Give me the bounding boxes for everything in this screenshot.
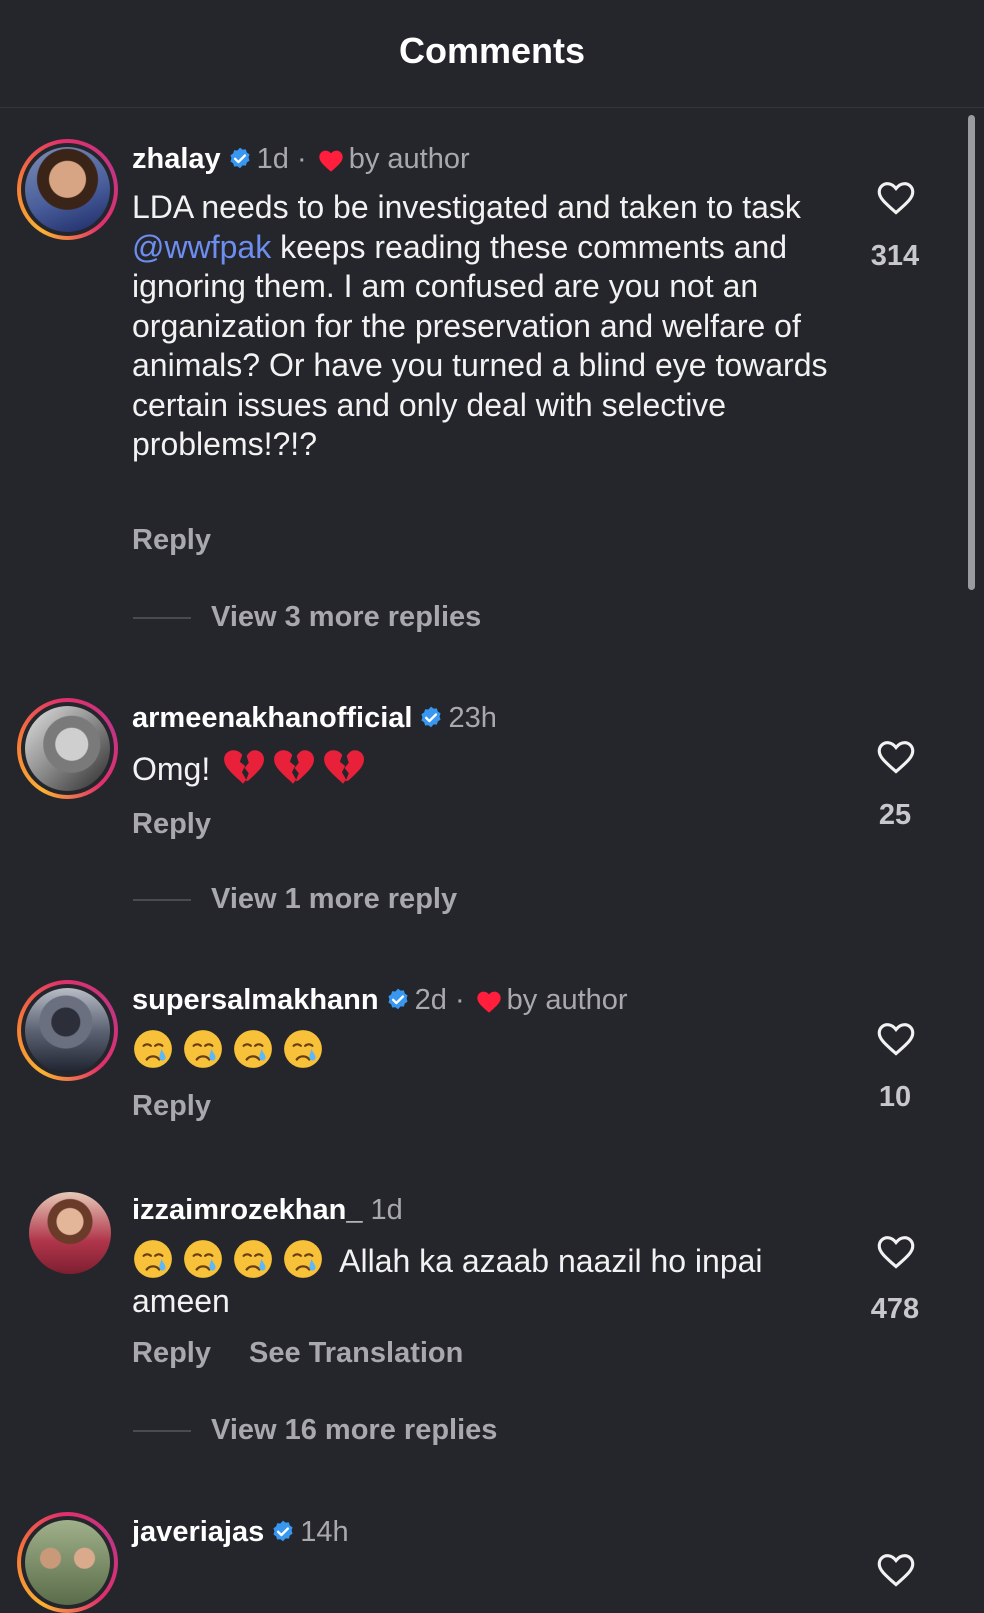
heart-outline-icon[interactable] [875, 1019, 917, 1057]
comment-time: 2d [414, 984, 447, 1016]
broken-heart-emoji-icon [222, 746, 264, 788]
comment-username[interactable]: supersalmakhann [132, 984, 379, 1016]
avatar[interactable] [17, 698, 118, 799]
replies-divider [133, 617, 191, 620]
avatar[interactable] [17, 1512, 118, 1613]
verified-badge-icon [227, 146, 253, 172]
author-liked-heart-icon [317, 147, 345, 173]
comment-text: LDA needs to be investigated and taken t… [132, 189, 828, 462]
replies-divider [133, 899, 191, 902]
reply-button[interactable]: Reply [132, 1337, 211, 1369]
crying-face-emoji-icon [182, 1028, 224, 1070]
comment-text [132, 1028, 832, 1072]
heart-outline-icon[interactable] [875, 1550, 917, 1588]
crying-face-emoji-icon [132, 1238, 174, 1280]
crying-face-emoji-icon [132, 1028, 174, 1070]
comment-username[interactable]: izzaimrozekhan_ [132, 1194, 362, 1226]
comment-username[interactable]: armeenakhanofficial [132, 702, 412, 734]
verified-badge-icon [418, 705, 444, 731]
crying-face-emoji-icon [232, 1238, 274, 1280]
view-replies-button[interactable]: View 1 more reply [133, 883, 457, 916]
crying-face-emoji-icon [182, 1238, 224, 1280]
comment-username[interactable]: javeriajas [132, 1516, 264, 1548]
comment-text: Omg! [132, 746, 832, 790]
see-translation-button[interactable]: See Translation [249, 1337, 463, 1369]
avatar[interactable] [29, 1192, 111, 1274]
comment-time: 14h [300, 1516, 349, 1548]
heart-outline-icon[interactable] [875, 178, 917, 216]
crying-face-emoji-icon [232, 1028, 274, 1070]
view-replies-button[interactable]: View 16 more replies [133, 1414, 497, 1447]
verified-badge-icon [385, 987, 411, 1013]
verified-badge-icon [270, 1519, 296, 1545]
view-replies-button[interactable]: View 3 more replies [133, 601, 481, 634]
reply-button[interactable]: Reply [132, 808, 211, 840]
scrollbar[interactable] [968, 115, 975, 590]
heart-outline-icon[interactable] [875, 737, 917, 775]
comment-time: 1d [370, 1194, 403, 1226]
mention-link[interactable]: @wwfpak [132, 229, 271, 265]
like-count: 314 [870, 240, 920, 272]
like-count: 10 [878, 1081, 912, 1113]
broken-heart-emoji-icon [272, 746, 314, 788]
separator: · [297, 143, 307, 175]
like-count: 25 [878, 799, 912, 831]
comment-username[interactable]: zhalay [132, 143, 221, 175]
reply-button[interactable]: Reply [132, 1090, 211, 1122]
liked-by-author-label: by author [348, 143, 470, 175]
comment-time: 1d [256, 143, 289, 175]
page-title: Comments [398, 30, 586, 71]
author-liked-heart-icon [475, 988, 503, 1014]
comment-text: Allah ka azaab naazil ho inpai ameen [132, 1238, 832, 1321]
crying-face-emoji-icon [282, 1028, 324, 1070]
comment-time: 23h [448, 702, 497, 734]
heart-outline-icon[interactable] [875, 1232, 917, 1270]
avatar[interactable] [17, 980, 118, 1081]
replies-divider [133, 1430, 191, 1433]
separator: · [454, 984, 465, 1016]
crying-face-emoji-icon [282, 1238, 324, 1280]
avatar[interactable] [17, 139, 118, 240]
reply-button[interactable]: Reply [132, 524, 211, 556]
like-count: 478 [870, 1293, 920, 1325]
comments-header: Comments [0, 0, 984, 108]
broken-heart-emoji-icon [322, 746, 364, 788]
liked-by-author-label: by author [506, 984, 628, 1016]
